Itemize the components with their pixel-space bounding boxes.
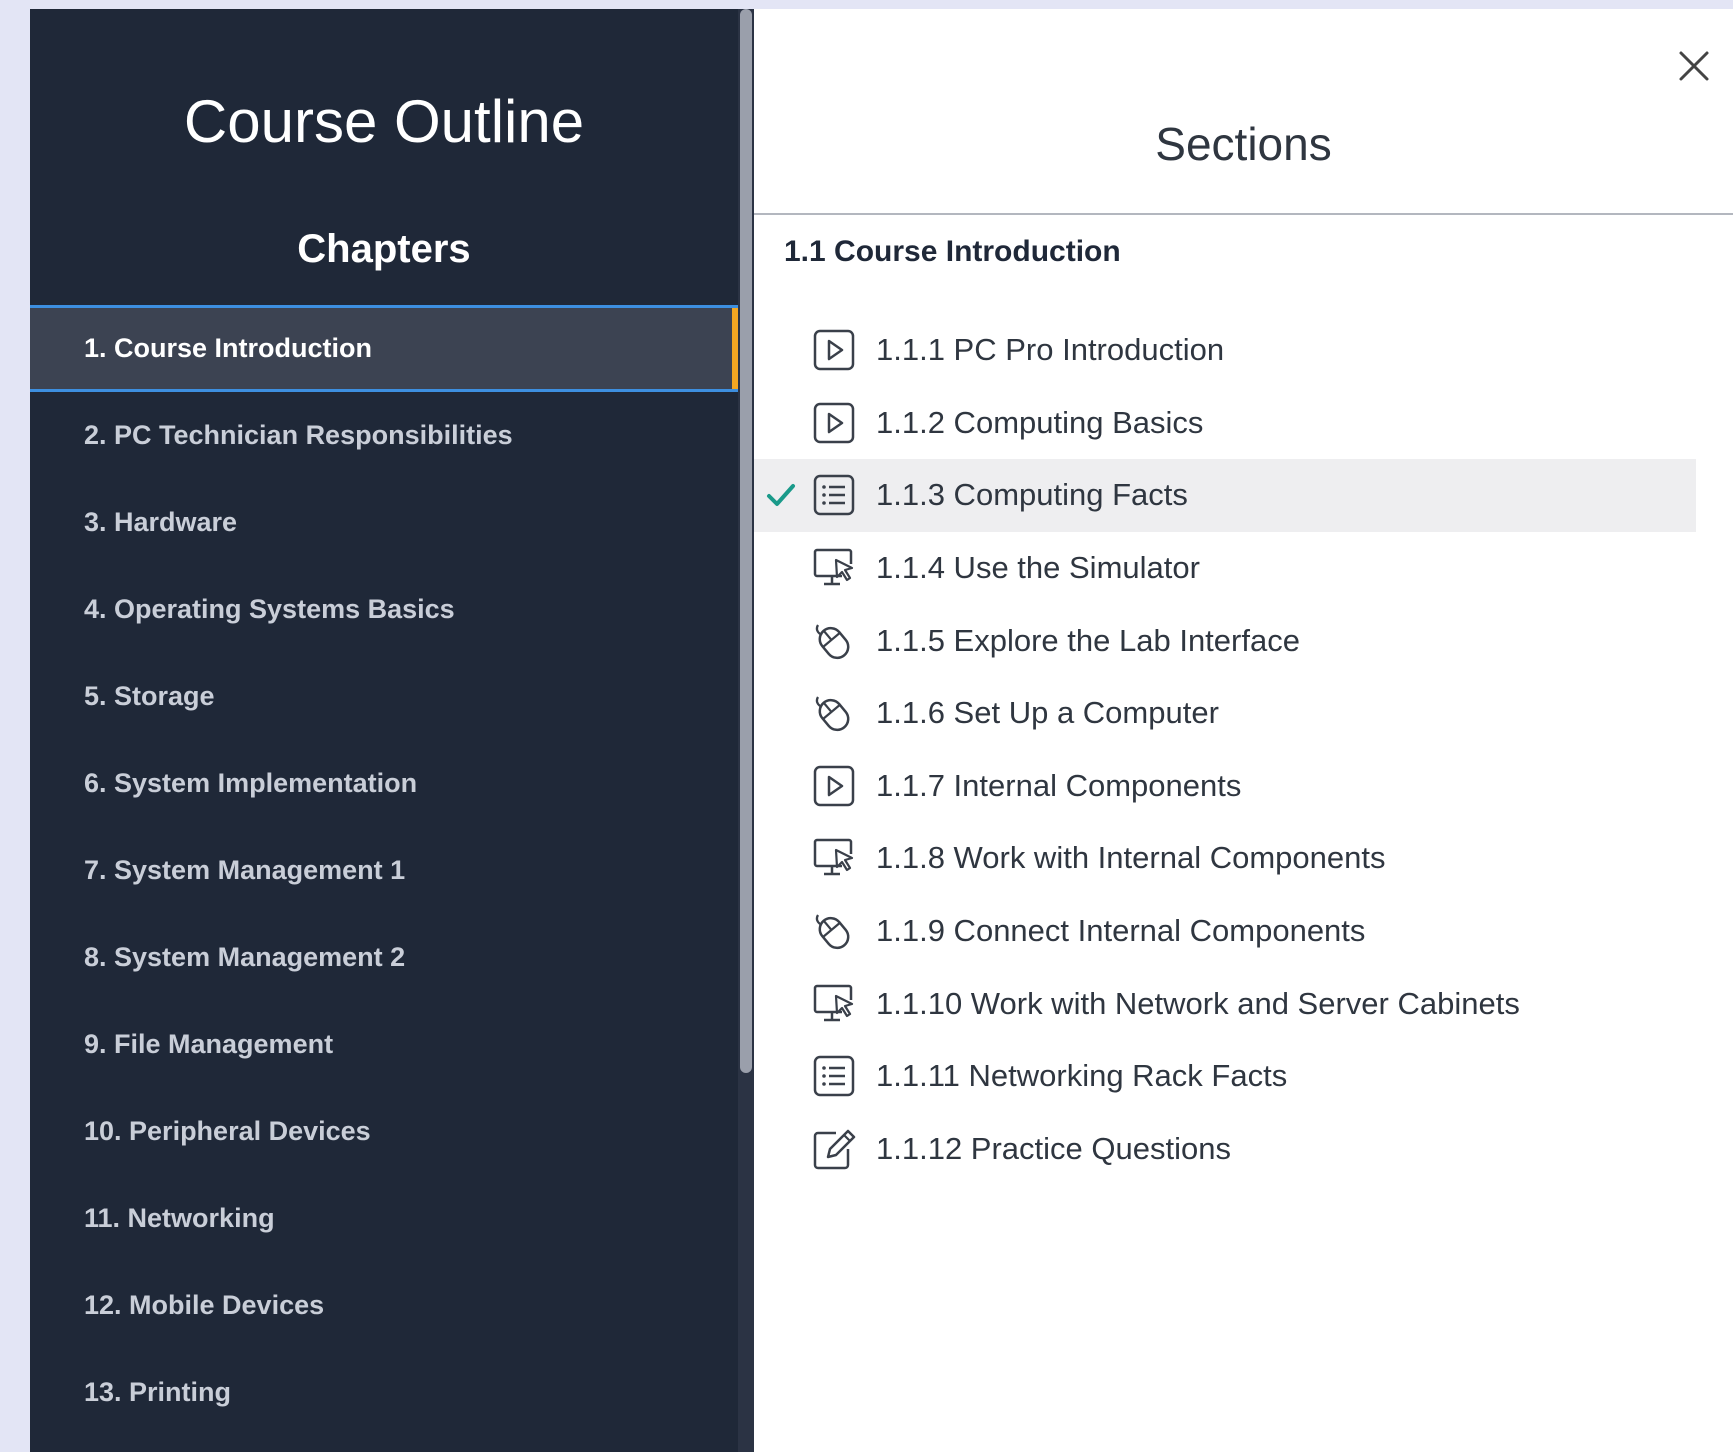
- monitor-pointer-icon: [812, 546, 856, 590]
- section-label: 1.1.11 Networking Rack Facts: [876, 1058, 1288, 1094]
- chapter-item-11[interactable]: 11. Networking: [30, 1175, 738, 1262]
- chapter-item-5[interactable]: 5. Storage: [30, 653, 738, 740]
- section-item-12[interactable]: 1.1.12 Practice Questions: [754, 1113, 1696, 1186]
- chapter-list: 1. Course Introduction 2. PC Technician R…: [30, 305, 738, 1436]
- section-item-9[interactable]: 1.1.9 Connect Internal Components: [754, 895, 1696, 968]
- chapter-label: 4. Operating Systems Basics: [84, 594, 455, 624]
- section-label: 1.1.8 Work with Internal Components: [876, 840, 1386, 876]
- chapter-label: 1. Course Introduction: [84, 333, 373, 363]
- section-item-10[interactable]: 1.1.10 Work with Network and Server Cabi…: [754, 967, 1696, 1040]
- course-outline-dialog: Course Outline Chapters 1. Course Introd…: [30, 9, 1733, 1452]
- chapter-label: 13. Printing: [84, 1377, 232, 1407]
- chapter-label: 7. System Management 1: [84, 855, 406, 885]
- mouse-icon: [812, 619, 856, 663]
- section-item-4[interactable]: 1.1.4 Use the Simulator: [754, 532, 1696, 605]
- chapter-item-2[interactable]: 2. PC Technician Responsibilities: [30, 392, 738, 479]
- list-icon: [812, 473, 856, 517]
- chapter-label: 8. System Management 2: [84, 942, 406, 972]
- chapters-panel: Course Outline Chapters 1. Course Introd…: [30, 9, 738, 1452]
- video-play-icon: [812, 764, 856, 808]
- video-play-icon: [812, 401, 856, 445]
- chapter-item-10[interactable]: 10. Peripheral Devices: [30, 1088, 738, 1175]
- section-label: 1.1.12 Practice Questions: [876, 1130, 1231, 1166]
- section-item-5[interactable]: 1.1.5 Explore the Lab Interface: [754, 604, 1696, 677]
- list-icon: [812, 1054, 856, 1098]
- outline-title: Course Outline: [183, 88, 585, 155]
- chapter-item-1[interactable]: 1. Course Introduction: [30, 305, 738, 392]
- section-label: 1.1.3 Computing Facts: [876, 477, 1188, 513]
- mouse-icon: [812, 691, 856, 735]
- section-item-11[interactable]: 1.1.11 Networking Rack Facts: [754, 1040, 1696, 1113]
- section-item-3[interactable]: 1.1.3 Computing Facts: [754, 459, 1696, 532]
- panel-scrollbar[interactable]: [738, 9, 754, 1452]
- sections-title: Sections: [1155, 118, 1332, 170]
- chapter-label: 5. Storage: [84, 681, 215, 711]
- chapter-label: 3. Hardware: [84, 507, 238, 537]
- divider-line: [754, 213, 1733, 215]
- section-item-8[interactable]: 1.1.8 Work with Internal Components: [754, 822, 1696, 895]
- section-item-2[interactable]: 1.1.2 Computing Basics: [754, 387, 1696, 460]
- section-label: 1.1.9 Connect Internal Components: [876, 913, 1366, 949]
- chapter-label: 9. File Management: [84, 1029, 334, 1059]
- section-item-7[interactable]: 1.1.7 Internal Components: [754, 750, 1696, 823]
- chapter-label: 11. Networking: [84, 1203, 275, 1233]
- chapters-heading: Chapters: [297, 227, 471, 271]
- chapter-item-7[interactable]: 7. System Management 1: [30, 827, 738, 914]
- monitor-pointer-icon: [812, 836, 856, 880]
- edit-pencil-icon: [812, 1127, 856, 1171]
- section-label: 1.1.4 Use the Simulator: [876, 550, 1200, 586]
- chapter-label: 2. PC Technician Responsibilities: [84, 420, 513, 450]
- chapter-item-9[interactable]: 9. File Management: [30, 1001, 738, 1088]
- chapter-label: 6. System Implementation: [84, 768, 418, 798]
- section-list: 1.1.1 PC Pro Introduction 1.1.2 Computing…: [754, 314, 1696, 1185]
- section-heading: 1.1 Course Introduction: [784, 235, 1121, 268]
- section-label: 1.1.5 Explore the Lab Interface: [876, 622, 1300, 658]
- video-play-icon: [812, 328, 856, 372]
- chapter-item-13[interactable]: 13. Printing: [30, 1349, 738, 1436]
- scrollbar-thumb[interactable]: [740, 9, 752, 1073]
- chapter-item-3[interactable]: 3. Hardware: [30, 479, 738, 566]
- mouse-icon: [812, 909, 856, 953]
- chapter-item-12[interactable]: 12. Mobile Devices: [30, 1262, 738, 1349]
- close-button[interactable]: [1669, 41, 1719, 91]
- chapter-label: 12. Mobile Devices: [84, 1290, 325, 1320]
- section-label: 1.1.6 Set Up a Computer: [876, 695, 1219, 731]
- close-icon: [1679, 51, 1709, 81]
- chapter-item-4[interactable]: 4. Operating Systems Basics: [30, 566, 738, 653]
- chapter-label: 10. Peripheral Devices: [84, 1116, 371, 1146]
- sections-panel: Sections 1.1 Course Introduction 1.1.1 P…: [754, 9, 1733, 1452]
- monitor-pointer-icon: [812, 982, 856, 1026]
- section-label: 1.1.7 Internal Components: [876, 767, 1242, 803]
- section-label: 1.1.10 Work with Network and Server Cabi…: [876, 985, 1520, 1021]
- section-item-1[interactable]: 1.1.1 PC Pro Introduction: [754, 314, 1696, 387]
- section-label: 1.1.1 PC Pro Introduction: [876, 332, 1225, 368]
- section-item-6[interactable]: 1.1.6 Set Up a Computer: [754, 677, 1696, 750]
- chapter-item-6[interactable]: 6. System Implementation: [30, 740, 738, 827]
- section-label: 1.1.2 Computing Basics: [876, 404, 1204, 440]
- checkmark-icon: [766, 480, 796, 510]
- chapter-item-8[interactable]: 8. System Management 2: [30, 914, 738, 1001]
